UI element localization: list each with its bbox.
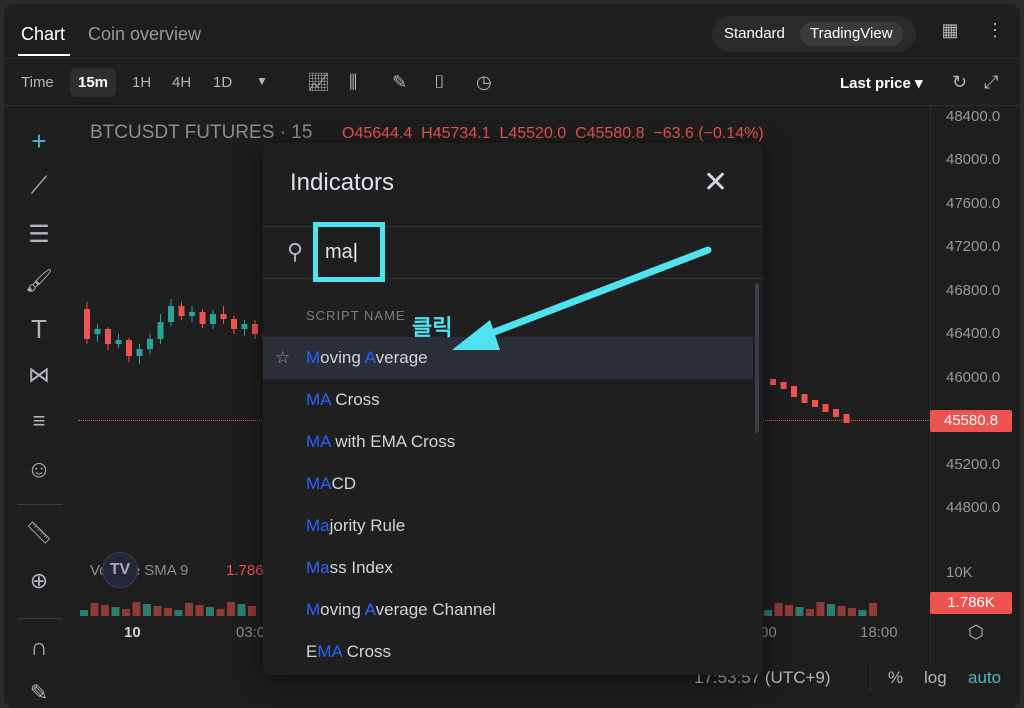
annotation-label: 클릭: [412, 315, 453, 340]
annotation-arrow: [452, 246, 712, 350]
app-window: Chart Coin overview Standard TradingView…: [4, 4, 1020, 708]
